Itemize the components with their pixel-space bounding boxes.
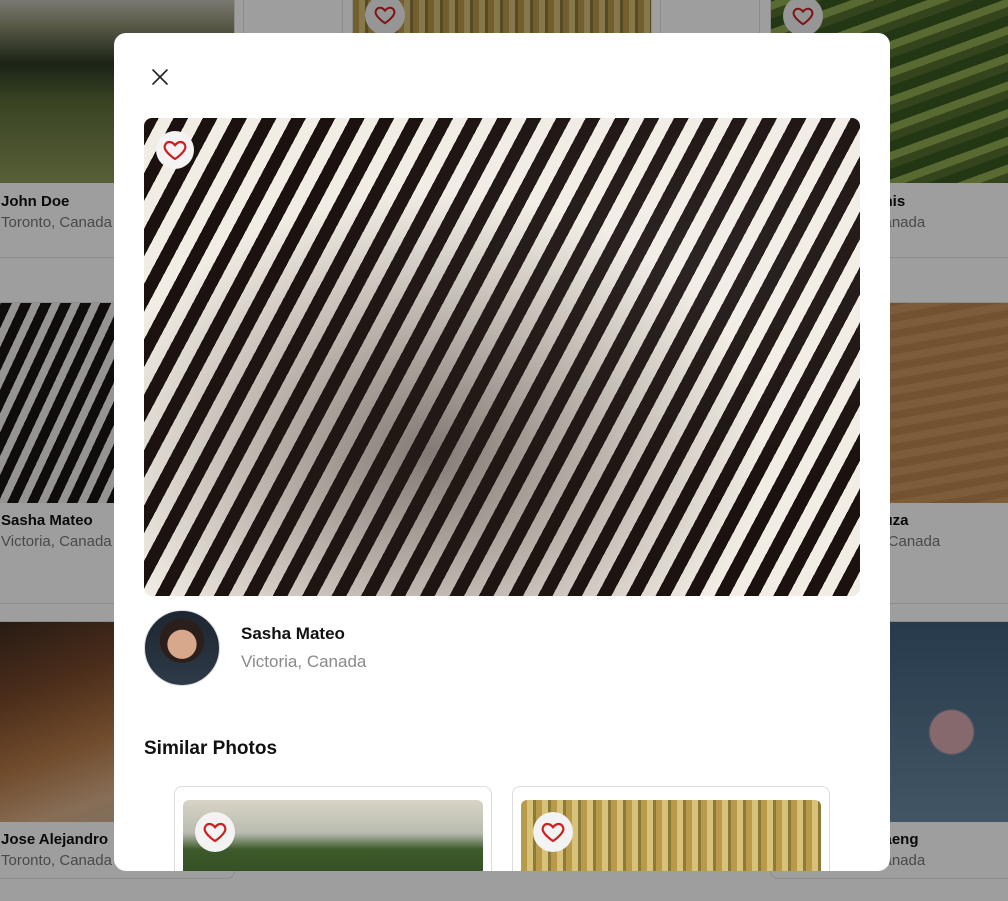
photo-detail-modal: Sasha Mateo Victoria, Canada Similar Pho… — [114, 33, 890, 871]
favorite-button[interactable] — [533, 812, 573, 852]
close-button[interactable] — [146, 63, 174, 91]
heart-icon — [541, 822, 565, 843]
heart-icon — [163, 140, 187, 161]
main-photo — [144, 118, 860, 596]
author-location: Victoria, Canada — [241, 652, 367, 671]
heart-icon — [203, 822, 227, 843]
section-title: Similar Photos — [144, 738, 278, 759]
favorite-button[interactable] — [156, 131, 194, 169]
close-icon — [152, 69, 168, 85]
favorite-button[interactable] — [195, 812, 235, 852]
avatar — [144, 610, 220, 686]
similar-photo-card[interactable] — [512, 786, 830, 871]
author-name: Sasha Mateo — [241, 624, 345, 643]
similar-photo-card[interactable] — [174, 786, 492, 871]
